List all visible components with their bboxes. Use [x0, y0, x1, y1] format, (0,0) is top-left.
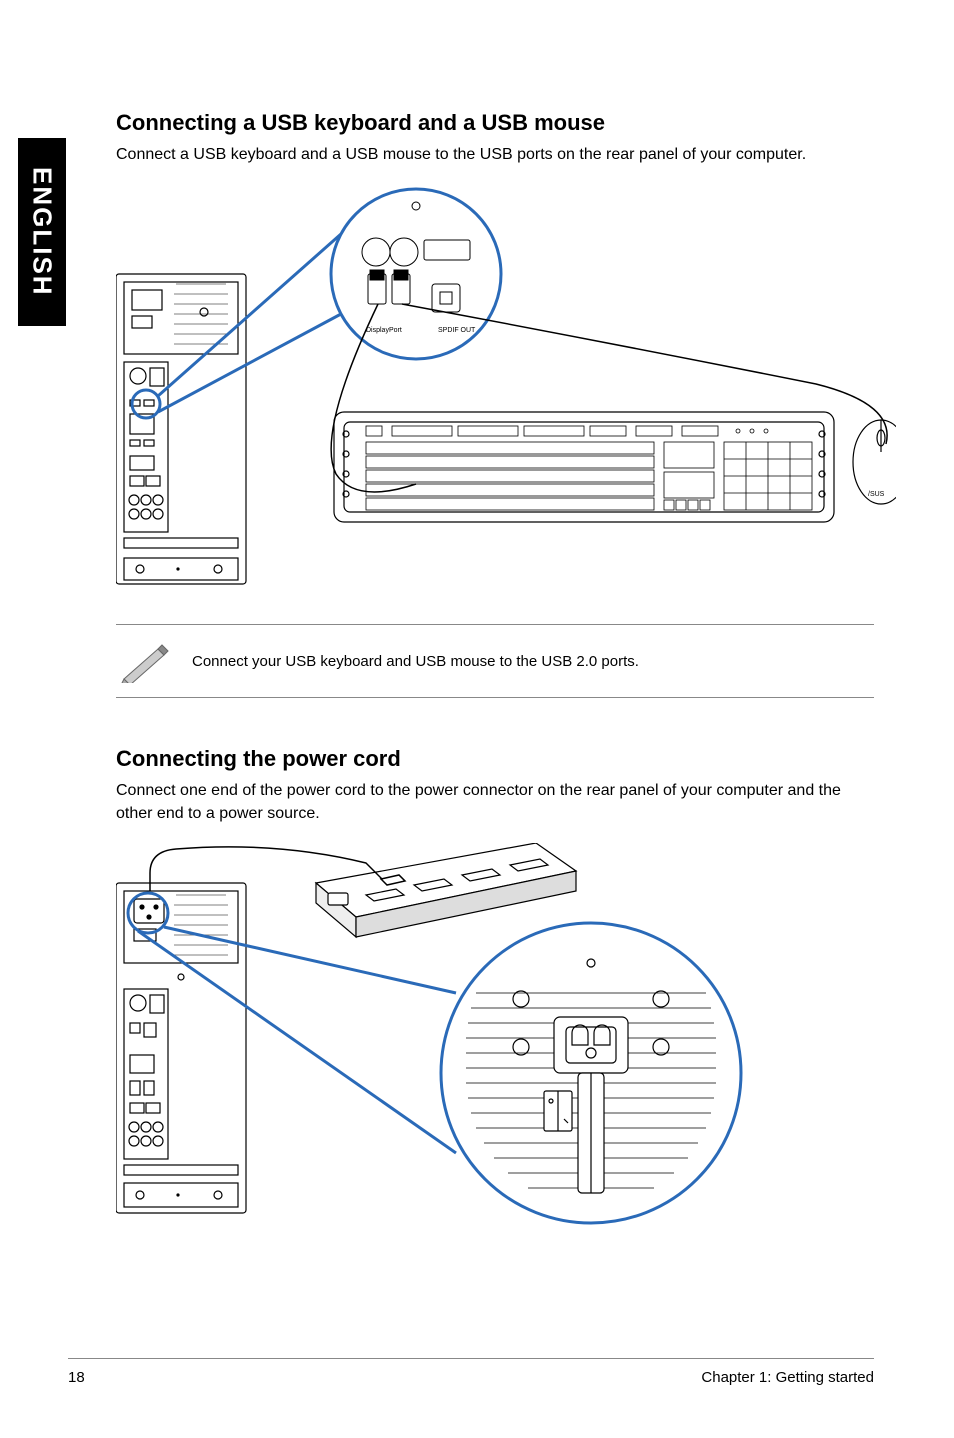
svg-text:/SUS: /SUS [868, 491, 885, 498]
svg-text:DisplayPort: DisplayPort [366, 327, 402, 334]
note-box: Connect your USB keyboard and USB mouse … [116, 624, 874, 698]
figure-keyboard-mouse: DisplayPort SPDIF OUT [116, 184, 874, 604]
section2-heading: Connecting the power cord [116, 746, 874, 772]
chapter-label: Chapter 1: Getting started [701, 1369, 874, 1386]
section1-body: Connect a USB keyboard and a USB mouse t… [116, 144, 874, 166]
page-number: 18 [68, 1369, 85, 1386]
section2-body: Connect one end of the power cord to the… [116, 780, 874, 825]
figure-power-cord [116, 843, 874, 1263]
note-text: Connect your USB keyboard and USB mouse … [192, 653, 639, 670]
svg-text:SPDIF OUT: SPDIF OUT [438, 327, 476, 334]
page-footer: 18 Chapter 1: Getting started [68, 1358, 874, 1386]
section1-heading: Connecting a USB keyboard and a USB mous… [116, 110, 874, 136]
language-tab: ENGLISH [18, 138, 66, 326]
pencil-icon [116, 639, 172, 683]
